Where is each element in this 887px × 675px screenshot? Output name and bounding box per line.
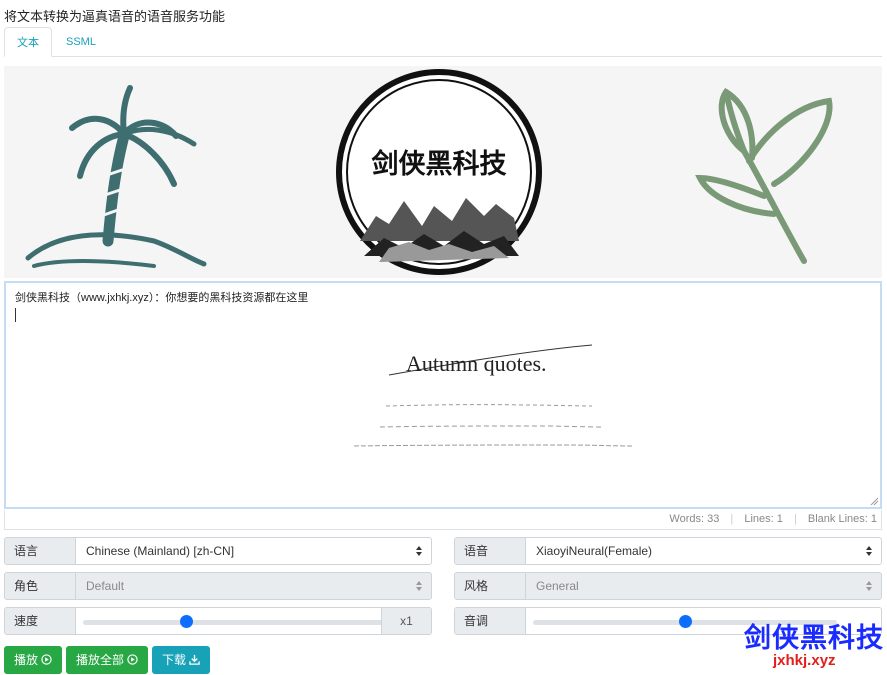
voice-label: 语音: [455, 538, 526, 564]
editor-bg-title: Autumn quotes.: [406, 351, 547, 376]
download-label: 下载: [162, 653, 187, 667]
palm-tree-icon: [25, 85, 207, 268]
watermark-title: 剑侠黑科技: [744, 623, 884, 653]
role-select: 角色 Default: [4, 572, 432, 600]
language-value: Chinese (Mainland) [zh-CN]: [86, 544, 235, 558]
words-count: 33: [707, 513, 720, 525]
stats-separator: |: [730, 513, 734, 525]
rate-slider-thumb[interactable]: [179, 615, 193, 628]
select-arrows-icon: [416, 580, 422, 592]
words-label: Words:: [669, 513, 705, 525]
play-button[interactable]: 播放: [4, 646, 63, 675]
play-circle-icon: [41, 647, 52, 675]
rate-slider[interactable]: [83, 620, 387, 625]
blank-lines-label: Blank Lines:: [807, 513, 868, 525]
play-label: 播放: [14, 653, 39, 667]
blank-lines-count: 1: [870, 513, 877, 525]
lines-count: 1: [776, 513, 783, 525]
pitch-label: 音调: [455, 608, 526, 634]
autumn-quotes-decoration: [353, 344, 633, 447]
select-arrows-icon: [866, 580, 872, 592]
select-arrows-icon: [866, 545, 872, 557]
text-stats-bar: Words: 33 | Lines: 1 | Blank Lines: 1: [4, 510, 882, 530]
watermark-url: jxhkj.xyz: [773, 652, 836, 669]
page-heading: 将文本转换为逼真语音的语音服务功能: [4, 9, 226, 24]
rate-control: 速度 x1: [4, 607, 432, 635]
play-all-label: 播放全部: [76, 653, 125, 667]
leaf-branch-icon: [695, 87, 833, 264]
style-label: 风格: [455, 573, 526, 599]
language-select[interactable]: 语言 Chinese (Mainland) [zh-CN]: [4, 537, 432, 565]
voice-select[interactable]: 语音 XiaoyiNeural(Female): [454, 537, 882, 565]
tab-bar: 文本 SSML: [4, 27, 882, 57]
play-all-button[interactable]: 播放全部: [66, 646, 149, 675]
select-arrows-icon: [416, 545, 422, 557]
role-label: 角色: [5, 573, 76, 599]
tab-ssml[interactable]: SSML: [54, 27, 108, 57]
lines-label: Lines:: [744, 513, 774, 525]
download-icon: [189, 647, 200, 675]
style-value: General: [536, 579, 579, 593]
tab-text[interactable]: 文本: [4, 27, 52, 57]
play-circle-icon: [127, 647, 138, 675]
rate-label: 速度: [5, 608, 76, 634]
role-value: Default: [86, 579, 125, 593]
banner-logo-text: 剑侠黑科技: [371, 149, 507, 179]
rate-multiplier: x1: [381, 608, 431, 634]
banner-image: 剑侠黑科技: [4, 66, 882, 278]
download-button[interactable]: 下载: [152, 646, 211, 675]
resize-grip-icon[interactable]: [870, 497, 878, 505]
text-input-area[interactable]: 剑侠黑科技（www.jxhkj.xyz）：你想要的黑科技资源都在这里 Autum…: [4, 281, 882, 509]
pitch-slider-thumb[interactable]: [678, 615, 692, 628]
style-select: 风格 General: [454, 572, 882, 600]
stats-separator: |: [793, 513, 797, 525]
voice-value: XiaoyiNeural(Female): [536, 544, 653, 558]
language-label: 语言: [5, 538, 76, 564]
